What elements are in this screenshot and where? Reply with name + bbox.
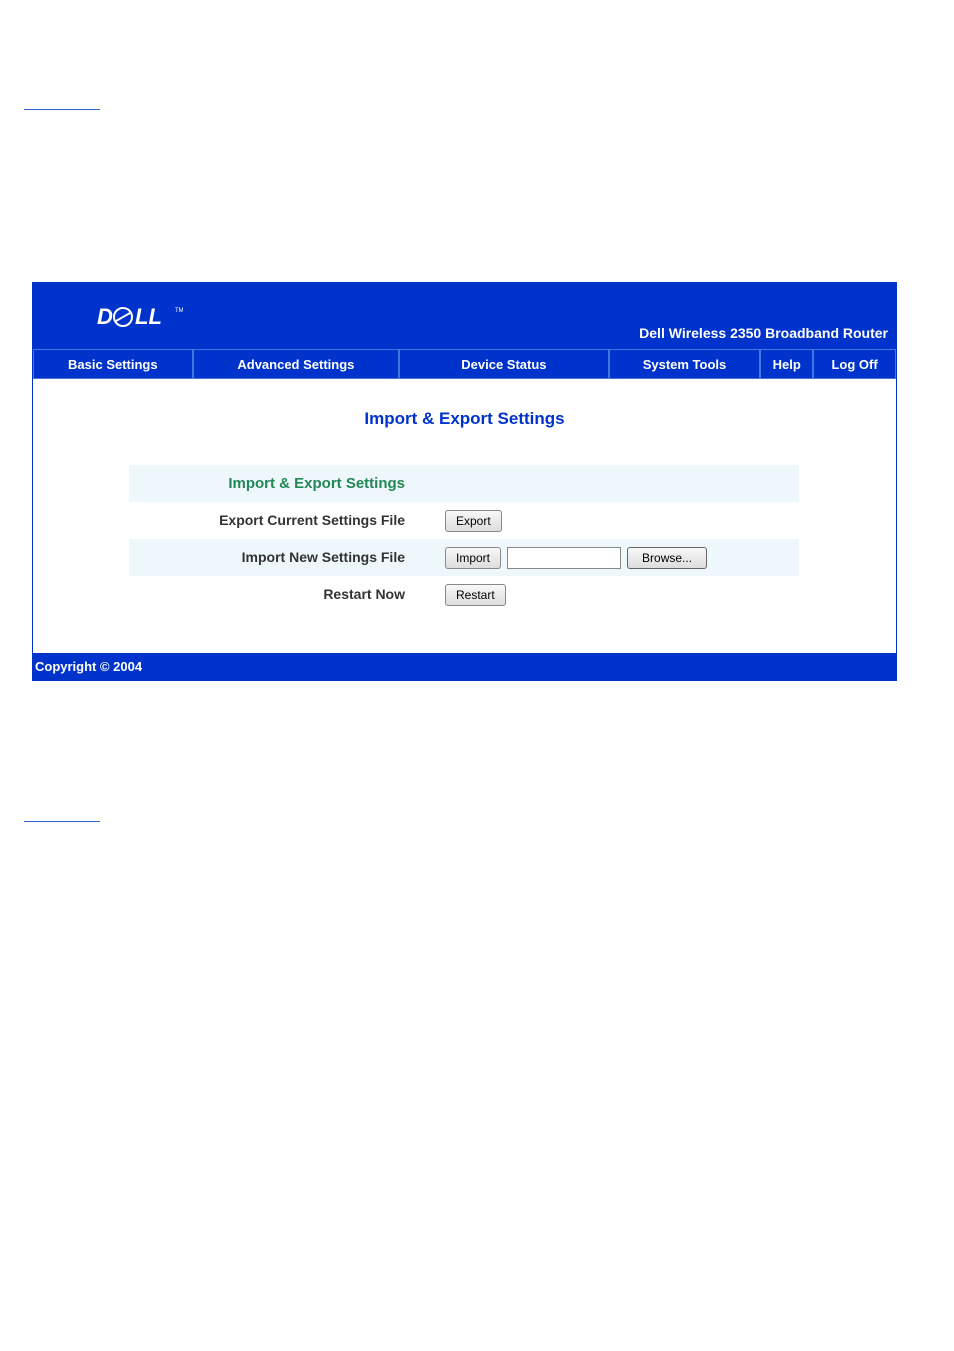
restart-row: Restart Now Restart bbox=[129, 576, 799, 613]
header-bar: D LL TM Dell Wireless 2350 Broadband Rou… bbox=[33, 283, 896, 349]
footer-bar: Copyright © 2004 bbox=[33, 653, 896, 680]
browse-button[interactable]: Browse... bbox=[627, 547, 707, 569]
nav-log-off[interactable]: Log Off bbox=[813, 349, 896, 379]
export-button[interactable]: Export bbox=[445, 510, 502, 532]
product-name: Dell Wireless 2350 Broadband Router bbox=[639, 325, 888, 341]
import-button[interactable]: Import bbox=[445, 547, 501, 569]
nav-system-tools[interactable]: System Tools bbox=[609, 349, 761, 379]
page-title: Import & Export Settings bbox=[33, 409, 896, 429]
restart-label: Restart Now bbox=[323, 586, 405, 602]
nav-device-status[interactable]: Device Status bbox=[399, 349, 609, 379]
nav-basic-settings[interactable]: Basic Settings bbox=[33, 349, 193, 379]
content-area: Import & Export Settings Import & Export… bbox=[33, 379, 896, 653]
svg-text:TM: TM bbox=[175, 308, 183, 314]
section-header-row: Import & Export Settings bbox=[129, 465, 799, 502]
export-row: Export Current Settings File Export bbox=[129, 502, 799, 539]
import-label: Import New Settings File bbox=[242, 549, 405, 565]
svg-text:LL: LL bbox=[135, 306, 162, 329]
svg-text:D: D bbox=[97, 306, 113, 329]
bottom-link-underline bbox=[24, 820, 100, 822]
export-label: Export Current Settings File bbox=[219, 512, 405, 528]
import-row: Import New Settings File Import Browse..… bbox=[129, 539, 799, 576]
top-link-underline bbox=[24, 108, 100, 110]
section-header: Import & Export Settings bbox=[228, 475, 405, 492]
restart-button[interactable]: Restart bbox=[445, 584, 506, 606]
nav-advanced-settings[interactable]: Advanced Settings bbox=[193, 349, 400, 379]
navigation-bar: Basic Settings Advanced Settings Device … bbox=[33, 349, 896, 379]
copyright-text: Copyright © 2004 bbox=[35, 659, 142, 674]
nav-help[interactable]: Help bbox=[760, 349, 813, 379]
settings-table: Import & Export Settings Export Current … bbox=[129, 465, 799, 613]
dell-logo: D LL TM bbox=[97, 306, 183, 335]
router-panel: D LL TM Dell Wireless 2350 Broadband Rou… bbox=[32, 282, 897, 681]
import-file-input[interactable] bbox=[507, 547, 621, 569]
